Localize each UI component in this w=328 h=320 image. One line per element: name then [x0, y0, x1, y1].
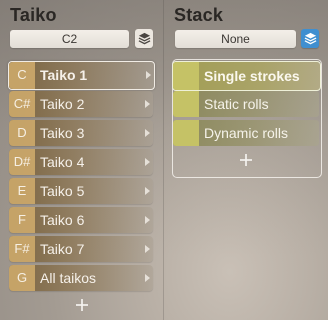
stack-selector[interactable]: None — [175, 30, 296, 48]
taiko-item-5[interactable]: E Taiko 5 — [9, 178, 153, 204]
chevron-right-icon — [145, 129, 150, 137]
note-badge: C — [9, 62, 35, 89]
taiko-item-6[interactable]: F Taiko 6 — [9, 207, 153, 233]
stack-item-label: Static rolls — [204, 96, 269, 112]
note-badge: D — [9, 120, 35, 146]
color-swatch — [173, 62, 199, 90]
taiko-item-2[interactable]: C# Taiko 2 — [9, 91, 153, 117]
taiko-item-all[interactable]: G All taikos — [9, 265, 153, 291]
layers-icon — [304, 32, 316, 45]
color-swatch — [173, 120, 199, 146]
stack-panel: Stack None Single strokes Static rolls D… — [164, 0, 328, 320]
note-badge: C# — [9, 91, 35, 117]
taiko-item-7[interactable]: F# Taiko 7 — [9, 236, 153, 262]
taiko-item-label: Taiko 6 — [40, 212, 85, 228]
stack-item-static-rolls[interactable]: Static rolls — [173, 91, 319, 117]
taiko-item-label: Taiko 3 — [40, 125, 85, 141]
taiko-layers-button[interactable] — [135, 29, 153, 48]
chevron-right-icon — [146, 71, 151, 79]
chevron-right-icon — [145, 216, 150, 224]
chevron-right-icon — [145, 245, 150, 253]
taiko-item-3[interactable]: D Taiko 3 — [9, 120, 153, 146]
note-badge: F# — [9, 236, 35, 262]
layers-icon — [138, 32, 150, 45]
stack-title: Stack — [174, 5, 224, 25]
chevron-right-icon — [145, 274, 150, 282]
stack-item-single-strokes[interactable]: Single strokes — [172, 61, 321, 91]
stack-item-dynamic-rolls[interactable]: Dynamic rolls — [173, 120, 319, 146]
taiko-item-label: Taiko 7 — [40, 241, 85, 257]
color-swatch — [173, 91, 199, 117]
taiko-item-label: All taikos — [40, 270, 97, 286]
taiko-item-label: Taiko 2 — [40, 96, 85, 112]
note-badge: G — [9, 265, 35, 291]
taiko-item-label: Taiko 1 — [40, 67, 88, 83]
stack-item-label: Single strokes — [204, 68, 300, 84]
taiko-item-4[interactable]: D# Taiko 4 — [9, 149, 153, 175]
stack-layers-button[interactable] — [301, 29, 319, 48]
taiko-note-selector[interactable]: C2 — [10, 30, 129, 48]
note-badge: D# — [9, 149, 35, 175]
taiko-item-label: Taiko 5 — [40, 183, 85, 199]
chevron-right-icon — [145, 158, 150, 166]
note-badge: E — [9, 178, 35, 204]
taiko-title: Taiko — [10, 5, 57, 25]
add-taiko-button[interactable] — [75, 298, 89, 312]
stack-item-label: Dynamic rolls — [204, 125, 289, 141]
note-badge: F — [9, 207, 35, 233]
taiko-item-1[interactable]: C Taiko 1 — [8, 61, 155, 90]
chevron-right-icon — [145, 100, 150, 108]
taiko-item-label: Taiko 4 — [40, 154, 85, 170]
add-stack-layer-button[interactable] — [239, 153, 253, 167]
taiko-panel: Taiko C2 C Taiko 1 C# Taiko 2 D Taiko 3 … — [0, 0, 164, 320]
chevron-right-icon — [145, 187, 150, 195]
